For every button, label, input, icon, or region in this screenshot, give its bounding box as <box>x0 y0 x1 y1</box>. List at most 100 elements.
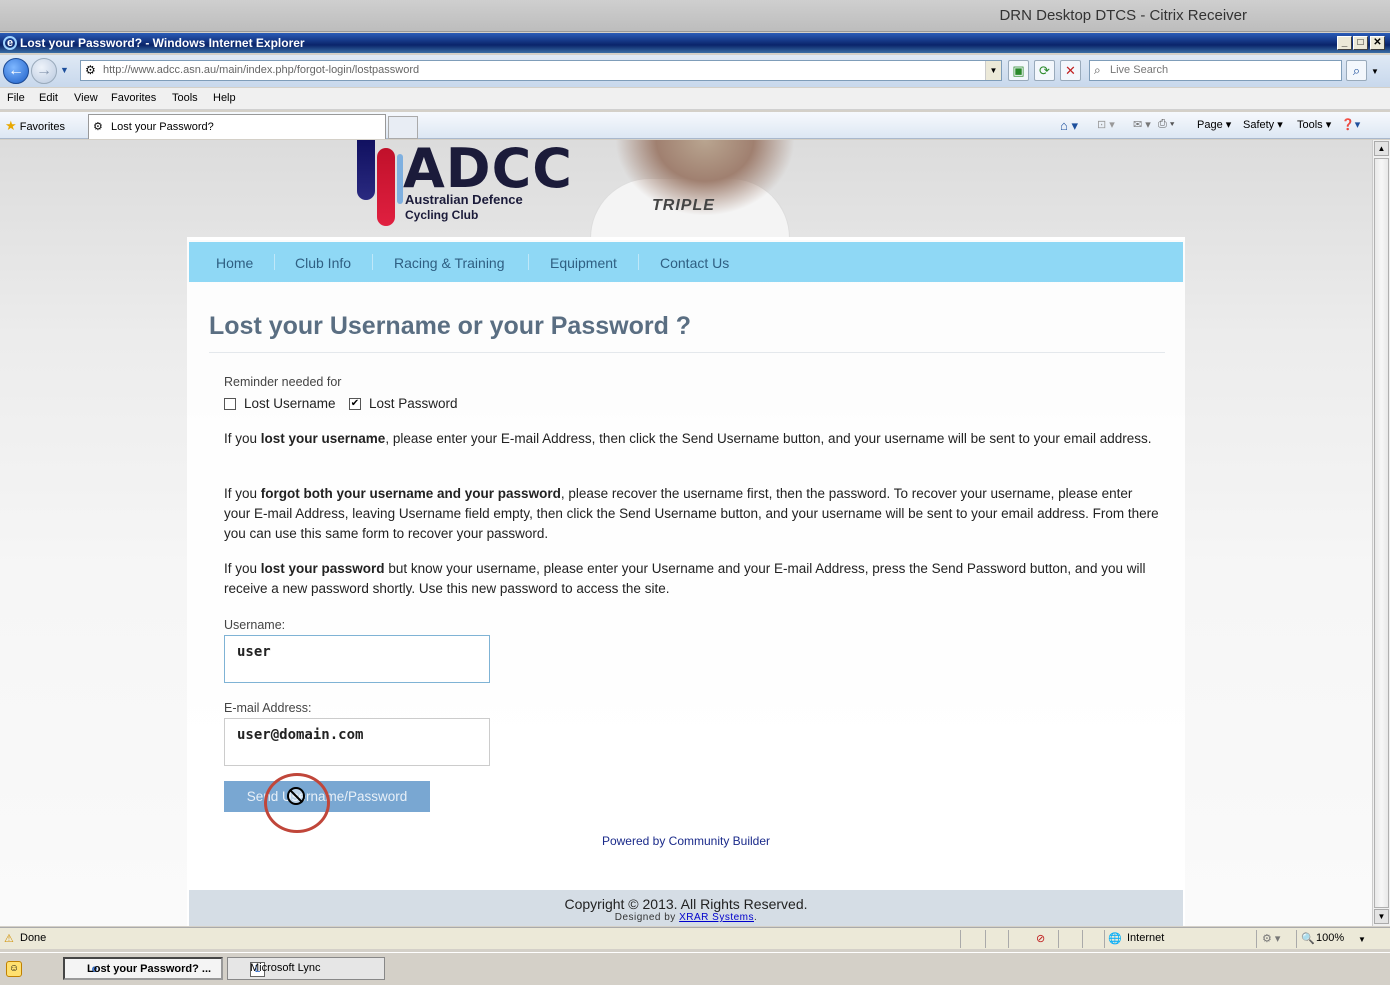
vertical-scrollbar[interactable]: ▲ ▼ <box>1372 140 1390 926</box>
search-field-icon: ⌕ <box>1094 63 1101 77</box>
content-card: Home Club Info Racing & Training Equipme… <box>187 237 1185 926</box>
warning-icon: ⚠ <box>4 933 14 945</box>
scroll-thumb[interactable] <box>1374 158 1389 908</box>
para1-post: , please enter your E-mail Address, then… <box>385 431 1152 446</box>
reminder-label: Reminder needed for <box>224 375 342 389</box>
status-divider <box>1058 930 1059 948</box>
status-text: Done <box>20 932 47 944</box>
lost-password-label: Lost Password <box>369 396 458 411</box>
search-input[interactable]: ⌕ Live Search <box>1089 60 1342 81</box>
home-icon[interactable]: ⌂ ▾ <box>1060 118 1078 134</box>
address-field[interactable]: ⚙ http://www.adcc.asn.au/main/index.php/… <box>80 60 1002 81</box>
designed-by-post: . <box>754 912 758 923</box>
minimize-button[interactable]: _ <box>1337 36 1352 50</box>
zoom-level[interactable]: 100% <box>1316 932 1344 944</box>
menu-tools[interactable]: Tools <box>172 92 198 104</box>
menu-bar: File Edit View Favorites Tools Help <box>0 88 1390 110</box>
menu-view[interactable]: View <box>74 92 98 104</box>
status-divider <box>1008 930 1009 948</box>
scroll-up-icon[interactable]: ▲ <box>1374 141 1389 156</box>
ie-title-bar: e Lost your Password? - Windows Internet… <box>0 33 1390 53</box>
copyright-text: Copyright © 2013. All Rights Reserved. <box>564 896 808 912</box>
jersey-text: TRIPLE <box>652 197 715 214</box>
nav-divider <box>638 254 639 270</box>
nav-club-info[interactable]: Club Info <box>295 255 351 271</box>
search-icon[interactable]: ⌕ <box>1346 60 1367 81</box>
menu-file[interactable]: File <box>7 92 25 104</box>
scroll-down-icon[interactable]: ▼ <box>1374 909 1389 924</box>
nav-divider <box>372 254 373 270</box>
rider-head <box>590 140 820 237</box>
favorites-button[interactable]: ★ Favorites <box>5 118 65 134</box>
compatibility-icon[interactable]: ▣ <box>1008 60 1029 81</box>
menu-favorites[interactable]: Favorites <box>111 92 156 104</box>
email-value: user@domain.com <box>237 727 364 743</box>
mail-icon[interactable]: ✉ ▾ <box>1133 118 1151 131</box>
username-input[interactable]: user <box>224 635 490 683</box>
tools-menu[interactable]: Tools ▾ <box>1297 118 1331 131</box>
lost-password-checkbox[interactable]: ✔ <box>349 398 361 410</box>
para1-pre: If you <box>224 431 261 446</box>
nav-contact-us[interactable]: Contact Us <box>660 255 729 271</box>
menu-help[interactable]: Help <box>213 92 236 104</box>
favorites-label: Favorites <box>19 121 65 133</box>
nav-racing-training[interactable]: Racing & Training <box>394 255 505 271</box>
address-dropdown-icon[interactable]: ▼ <box>985 61 1001 80</box>
instruction-lost-username: If you lost your username, please enter … <box>224 429 1159 449</box>
nav-home[interactable]: Home <box>216 255 253 271</box>
nav-equipment[interactable]: Equipment <box>550 255 617 271</box>
forward-button[interactable]: → <box>31 58 57 84</box>
refresh-icon[interactable]: ⟳ <box>1034 60 1055 81</box>
tray-warning-icon[interactable]: ☺ <box>6 961 22 977</box>
taskbar-item-ie[interactable]: e Lost your Password? ... <box>63 957 223 980</box>
logo-line2: Cycling Club <box>405 208 479 222</box>
status-divider <box>985 930 986 948</box>
para1-bold: lost your username <box>260 431 386 446</box>
popup-blocked-icon[interactable]: ⊘ <box>1036 932 1045 945</box>
favorites-bar: ★ Favorites ⚙ Lost your Password? ⌂ ▾ ⊡ … <box>0 112 1390 139</box>
status-divider <box>1256 930 1257 948</box>
zoom-dropdown-icon[interactable]: ▼ <box>1358 935 1366 944</box>
taskbar-item-lync[interactable]: L Microsoft Lync <box>227 957 385 980</box>
para2-bold: forgot both your username and your passw… <box>260 486 561 501</box>
email-input[interactable]: user@domain.com <box>224 718 490 766</box>
zone-text: Internet <box>1127 932 1165 944</box>
lost-username-checkbox[interactable] <box>224 398 236 410</box>
powered-by-link[interactable]: Powered by Community Builder <box>187 834 1185 848</box>
xrar-systems-link[interactable]: XRAR Systems <box>679 912 754 923</box>
menu-edit[interactable]: Edit <box>39 92 58 104</box>
tab-lost-password[interactable]: ⚙ Lost your Password? <box>88 114 386 139</box>
stop-icon[interactable]: ✕ <box>1060 60 1081 81</box>
tools-menu-label: Tools <box>1297 119 1323 131</box>
email-label: E-mail Address: <box>224 701 312 715</box>
search-options-icon[interactable]: ▼ <box>1371 67 1379 76</box>
back-button[interactable]: ← <box>3 58 29 84</box>
maximize-button[interactable]: □ <box>1353 36 1368 50</box>
designed-by-pre: Designed by <box>614 912 680 923</box>
nav-divider <box>274 254 275 270</box>
window-title: Lost your Password? - Windows Internet E… <box>20 36 305 50</box>
page-menu[interactable]: Page ▾ <box>1197 118 1231 131</box>
title-divider <box>209 352 1165 353</box>
history-dropdown-icon[interactable]: ▼ <box>60 65 69 75</box>
safety-menu[interactable]: Safety ▾ <box>1243 118 1283 131</box>
protected-mode-icon[interactable]: ⚙ ▾ <box>1262 932 1280 945</box>
ie-logo-icon: e <box>3 36 17 50</box>
username-label: Username: <box>224 618 286 632</box>
feeds-icon[interactable]: ⊡ ▾ <box>1097 118 1115 131</box>
safety-menu-label: Safety <box>1243 119 1275 131</box>
taskbar: ☺ e Lost your Password? ... L Microsoft … <box>0 952 1390 985</box>
citrix-title: DRN Desktop DTCS - Citrix Receiver <box>999 7 1247 24</box>
help-icon[interactable]: ❓▾ <box>1341 118 1360 131</box>
logo-letters: ADCC <box>403 140 573 200</box>
status-divider <box>960 930 961 948</box>
zoom-icon[interactable]: 🔍 <box>1301 932 1315 945</box>
print-icon[interactable]: ⎙ ▾ <box>1158 118 1174 131</box>
status-divider <box>1082 930 1083 948</box>
star-icon: ★ <box>5 118 17 133</box>
lost-username-label: Lost Username <box>244 396 336 411</box>
new-tab-button[interactable] <box>388 116 418 139</box>
not-allowed-cursor-icon <box>287 787 305 805</box>
close-button[interactable]: ✕ <box>1370 36 1385 50</box>
page-menu-label: Page <box>1197 119 1223 131</box>
